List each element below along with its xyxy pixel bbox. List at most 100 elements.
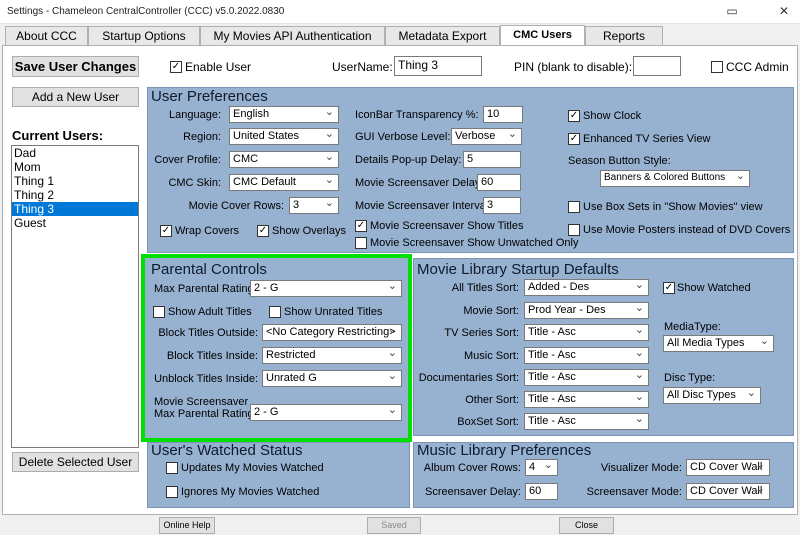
movie-posters-checkbox[interactable] bbox=[568, 224, 580, 236]
region-label: Region: bbox=[183, 131, 221, 143]
delete-selected-user-button[interactable]: Delete Selected User bbox=[12, 452, 139, 472]
enable-user-checkbox[interactable]: ✓ bbox=[170, 61, 182, 73]
visualizer-mode-select[interactable]: CD Cover Wall bbox=[686, 459, 770, 476]
close-window-icon[interactable]: ✕ bbox=[774, 4, 794, 18]
list-item-thing-2[interactable]: Thing 2 bbox=[12, 188, 138, 202]
other-sort-select[interactable]: Title - Asc bbox=[524, 391, 649, 408]
tab-about-ccc[interactable]: About CCC bbox=[5, 26, 88, 45]
ignores-watched-checkbox[interactable] bbox=[166, 486, 178, 498]
close-button[interactable]: Close bbox=[559, 517, 614, 534]
boxset-sort-label: BoxSet Sort: bbox=[457, 416, 519, 428]
show-adult-titles-checkbox[interactable] bbox=[153, 306, 165, 318]
tab-my-movies-api[interactable]: My Movies API Authentication bbox=[200, 26, 385, 45]
media-type-select[interactable]: All Media Types bbox=[663, 335, 774, 352]
list-item-guest[interactable]: Guest bbox=[12, 216, 138, 230]
tab-startup-options[interactable]: Startup Options bbox=[88, 26, 200, 45]
block-titles-outside-select[interactable]: <No Category Restricting> bbox=[262, 324, 402, 341]
enhanced-tv-checkbox[interactable]: ✓ bbox=[568, 133, 580, 145]
screensaver-max-rating-select[interactable]: 2 - G bbox=[250, 404, 402, 421]
pin-label: PIN (blank to disable): bbox=[514, 60, 633, 74]
max-parental-rating-select[interactable]: 2 - G bbox=[250, 280, 402, 297]
box-sets-label: Use Box Sets in "Show Movies" view bbox=[583, 201, 763, 213]
box-sets-checkbox[interactable] bbox=[568, 201, 580, 213]
all-titles-sort-label: All Titles Sort: bbox=[451, 282, 519, 294]
show-overlays-label: Show Overlays bbox=[272, 225, 346, 237]
show-unrated-titles-label: Show Unrated Titles bbox=[284, 306, 383, 318]
season-button-style-label: Season Button Style: bbox=[568, 155, 671, 167]
show-watched-checkbox[interactable]: ✓ bbox=[663, 282, 675, 294]
unblock-titles-inside-label: Unblock Titles Inside: bbox=[154, 373, 258, 385]
save-user-changes-button[interactable]: Save User Changes bbox=[12, 56, 139, 77]
screensaver-show-titles-label: Movie Screensaver Show Titles bbox=[370, 220, 524, 232]
details-popup-delay-input[interactable]: 5 bbox=[463, 151, 521, 168]
show-clock-checkbox[interactable]: ✓ bbox=[568, 110, 580, 122]
block-titles-inside-select[interactable]: Restricted bbox=[262, 347, 402, 364]
movie-screensaver-delay-input[interactable]: 60 bbox=[477, 174, 521, 191]
movie-posters-label: Use Movie Posters instead of DVD Covers bbox=[583, 224, 791, 236]
tab-reports[interactable]: Reports bbox=[585, 26, 663, 45]
show-unrated-titles-checkbox[interactable] bbox=[269, 306, 281, 318]
show-clock-label: Show Clock bbox=[583, 110, 642, 122]
add-new-user-button[interactable]: Add a New User bbox=[12, 87, 139, 107]
disc-type-select[interactable]: All Disc Types bbox=[663, 387, 761, 404]
username-label: UserName: bbox=[332, 60, 393, 74]
language-label: Language: bbox=[169, 109, 221, 121]
unblock-titles-inside-select[interactable]: Unrated G bbox=[262, 370, 402, 387]
show-adult-titles-label: Show Adult Titles bbox=[168, 306, 252, 318]
all-titles-sort-select[interactable]: Added - Des bbox=[524, 279, 649, 296]
music-sort-label: Music Sort: bbox=[463, 350, 519, 362]
gui-verbose-select[interactable]: Verbose bbox=[451, 128, 522, 145]
updates-watched-label: Updates My Movies Watched bbox=[181, 462, 324, 474]
show-overlays-checkbox[interactable]: ✓ bbox=[257, 225, 269, 237]
movie-sort-select[interactable]: Prod Year - Des bbox=[524, 302, 649, 319]
movie-sort-label: Movie Sort: bbox=[463, 305, 519, 317]
disc-type-label: Disc Type: bbox=[664, 372, 716, 384]
pin-window-icon[interactable]: ▭ bbox=[722, 4, 742, 18]
users-list[interactable]: Dad Mom Thing 1 Thing 2 Thing 3 Guest bbox=[11, 145, 139, 448]
screensaver-rating-label-line2: Max Parental Rating: bbox=[154, 408, 257, 420]
documentaries-sort-select[interactable]: Title - Asc bbox=[524, 369, 649, 386]
list-item-thing-1[interactable]: Thing 1 bbox=[12, 174, 138, 188]
screensaver-rating-label-line1: Movie Screensaver bbox=[154, 396, 249, 408]
album-cover-rows-select[interactable]: 4 bbox=[525, 459, 558, 476]
music-sort-select[interactable]: Title - Asc bbox=[524, 347, 649, 364]
screensaver-unwatched-label: Movie Screensaver Show Unwatched Only bbox=[370, 237, 579, 249]
iconbar-transparency-input[interactable]: 10 bbox=[483, 106, 523, 123]
documentaries-sort-label: Documentaries Sort: bbox=[418, 372, 519, 384]
screensaver-show-titles-checkbox[interactable]: ✓ bbox=[355, 220, 367, 232]
show-watched-label: Show Watched bbox=[677, 282, 751, 294]
movie-library-title: Movie Library Startup Defaults bbox=[417, 261, 619, 278]
parental-controls-title: Parental Controls bbox=[151, 261, 267, 278]
tab-metadata-export[interactable]: Metadata Export bbox=[385, 26, 500, 45]
max-parental-rating-label: Max Parental Rating: bbox=[154, 283, 257, 295]
movie-screensaver-interval-label: Movie Screensaver Interval: bbox=[355, 200, 492, 212]
wrap-covers-checkbox[interactable]: ✓ bbox=[160, 225, 172, 237]
region-select[interactable]: United States bbox=[229, 128, 339, 145]
ccc-admin-checkbox[interactable] bbox=[711, 61, 723, 73]
tab-cmc-users[interactable]: CMC Users bbox=[500, 25, 585, 45]
cover-profile-select[interactable]: CMC bbox=[229, 151, 339, 168]
enhanced-tv-label: Enhanced TV Series View bbox=[583, 133, 711, 145]
ignores-watched-label: Ignores My Movies Watched bbox=[181, 486, 320, 498]
cmc-skin-label: CMC Skin: bbox=[168, 177, 221, 189]
music-screensaver-delay-input[interactable]: 60 bbox=[525, 483, 558, 500]
cmc-skin-select[interactable]: CMC Default bbox=[229, 174, 339, 191]
screensaver-unwatched-checkbox[interactable] bbox=[355, 237, 367, 249]
online-help-button[interactable]: Online Help bbox=[159, 517, 215, 534]
block-titles-outside-label: Block Titles Outside: bbox=[158, 327, 258, 339]
season-button-style-select[interactable]: Banners & Colored Buttons bbox=[600, 170, 750, 187]
updates-watched-checkbox[interactable] bbox=[166, 462, 178, 474]
pin-input[interactable] bbox=[633, 56, 681, 76]
movie-screensaver-interval-input[interactable]: 3 bbox=[483, 197, 521, 214]
tv-series-sort-select[interactable]: Title - Asc bbox=[524, 324, 649, 341]
list-item-dad[interactable]: Dad bbox=[12, 146, 138, 160]
movie-cover-rows-select[interactable]: 3 bbox=[289, 197, 339, 214]
list-item-mom[interactable]: Mom bbox=[12, 160, 138, 174]
username-input[interactable]: Thing 3 bbox=[394, 56, 482, 76]
boxset-sort-select[interactable]: Title - Asc bbox=[524, 413, 649, 430]
music-screensaver-mode-select[interactable]: CD Cover Wall bbox=[686, 483, 770, 500]
current-users-label: Current Users: bbox=[12, 128, 104, 143]
list-item-thing-3[interactable]: Thing 3 bbox=[12, 202, 138, 216]
language-select[interactable]: English bbox=[229, 106, 339, 123]
title-bar: Settings - Chameleon CentralController (… bbox=[0, 0, 800, 24]
